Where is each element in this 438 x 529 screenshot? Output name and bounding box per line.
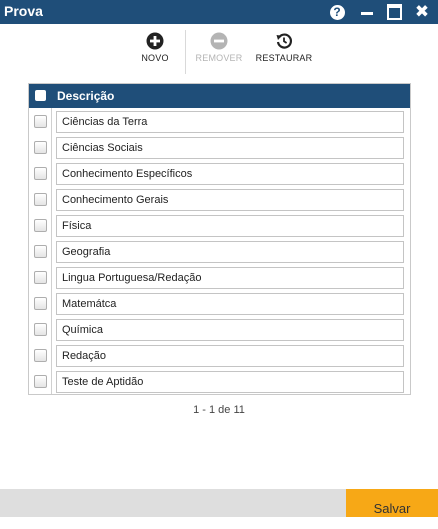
remover-button[interactable]: REMOVER bbox=[192, 30, 246, 63]
descricao-cell[interactable]: Conhecimento Gerais bbox=[56, 189, 404, 211]
descricao-cell[interactable]: Conhecimento Específicos bbox=[56, 163, 404, 185]
remover-label: REMOVER bbox=[195, 53, 243, 63]
descricao-cell[interactable]: Química bbox=[56, 319, 404, 341]
table-row[interactable]: Teste de Aptidão bbox=[29, 370, 410, 396]
descricao-cell[interactable]: Teste de Aptidão bbox=[56, 371, 404, 393]
row-checkbox[interactable] bbox=[34, 297, 47, 310]
window-titlebar: Prova ? ✖ bbox=[0, 0, 438, 24]
row-checkbox[interactable] bbox=[34, 245, 47, 258]
novo-label: NOVO bbox=[141, 53, 169, 63]
row-checkbox[interactable] bbox=[34, 271, 47, 284]
table-row[interactable]: Geografia bbox=[29, 240, 410, 266]
table-row[interactable]: Matemátca bbox=[29, 292, 410, 318]
plus-circle-icon bbox=[132, 30, 178, 52]
minus-circle-icon bbox=[192, 30, 246, 52]
toolbar-divider bbox=[185, 30, 186, 74]
provas-table: Descrição Ciências da Terra Ciências Soci… bbox=[28, 83, 411, 395]
table-row[interactable]: Ciências Sociais bbox=[29, 136, 410, 162]
descricao-cell[interactable]: Redação bbox=[56, 345, 404, 367]
close-icon: ✖ bbox=[414, 2, 430, 21]
table-row[interactable]: Conhecimento Gerais bbox=[29, 188, 410, 214]
table-row[interactable]: Ciências da Terra bbox=[29, 110, 410, 136]
row-checkbox[interactable] bbox=[34, 115, 47, 128]
descricao-cell[interactable]: Ciências da Terra bbox=[56, 111, 404, 133]
row-checkbox[interactable] bbox=[34, 349, 47, 362]
descricao-cell[interactable]: Lingua Portuguesa/Redação bbox=[56, 267, 404, 289]
row-checkbox[interactable] bbox=[34, 219, 47, 232]
minimize-icon bbox=[361, 11, 373, 15]
novo-button[interactable]: NOVO bbox=[132, 30, 178, 63]
descricao-cell[interactable]: Física bbox=[56, 215, 404, 237]
window-title: Prova bbox=[4, 3, 43, 19]
salvar-button[interactable]: Salvar bbox=[346, 489, 438, 517]
maximize-icon bbox=[386, 4, 402, 20]
restaurar-button[interactable]: RESTAURAR bbox=[253, 30, 315, 63]
restore-icon bbox=[253, 30, 315, 52]
table-row[interactable]: Redação bbox=[29, 344, 410, 370]
pagination-info: 1 - 1 de 11 bbox=[193, 404, 245, 416]
help-button[interactable]: ? bbox=[324, 0, 350, 24]
row-checkbox[interactable] bbox=[34, 375, 47, 388]
table-row[interactable]: Conhecimento Específicos bbox=[29, 162, 410, 188]
descricao-cell[interactable]: Geografia bbox=[56, 241, 404, 263]
close-button[interactable]: ✖ bbox=[409, 0, 435, 24]
table-header: Descrição bbox=[29, 84, 410, 108]
row-checkbox[interactable] bbox=[34, 323, 47, 336]
help-icon: ? bbox=[329, 4, 345, 20]
row-checkbox[interactable] bbox=[34, 193, 47, 206]
table-row[interactable]: Química bbox=[29, 318, 410, 344]
table-row[interactable]: Física bbox=[29, 214, 410, 240]
row-checkbox[interactable] bbox=[34, 141, 47, 154]
minimize-button[interactable] bbox=[354, 0, 380, 24]
table-row[interactable]: Lingua Portuguesa/Redação bbox=[29, 266, 410, 292]
restaurar-label: RESTAURAR bbox=[255, 53, 313, 63]
descricao-cell[interactable]: Matemátca bbox=[56, 293, 404, 315]
maximize-button[interactable] bbox=[381, 0, 407, 24]
select-all-checkbox[interactable] bbox=[35, 90, 46, 101]
descricao-cell[interactable]: Ciências Sociais bbox=[56, 137, 404, 159]
row-checkbox[interactable] bbox=[34, 167, 47, 180]
column-header-descricao: Descrição bbox=[57, 89, 115, 103]
